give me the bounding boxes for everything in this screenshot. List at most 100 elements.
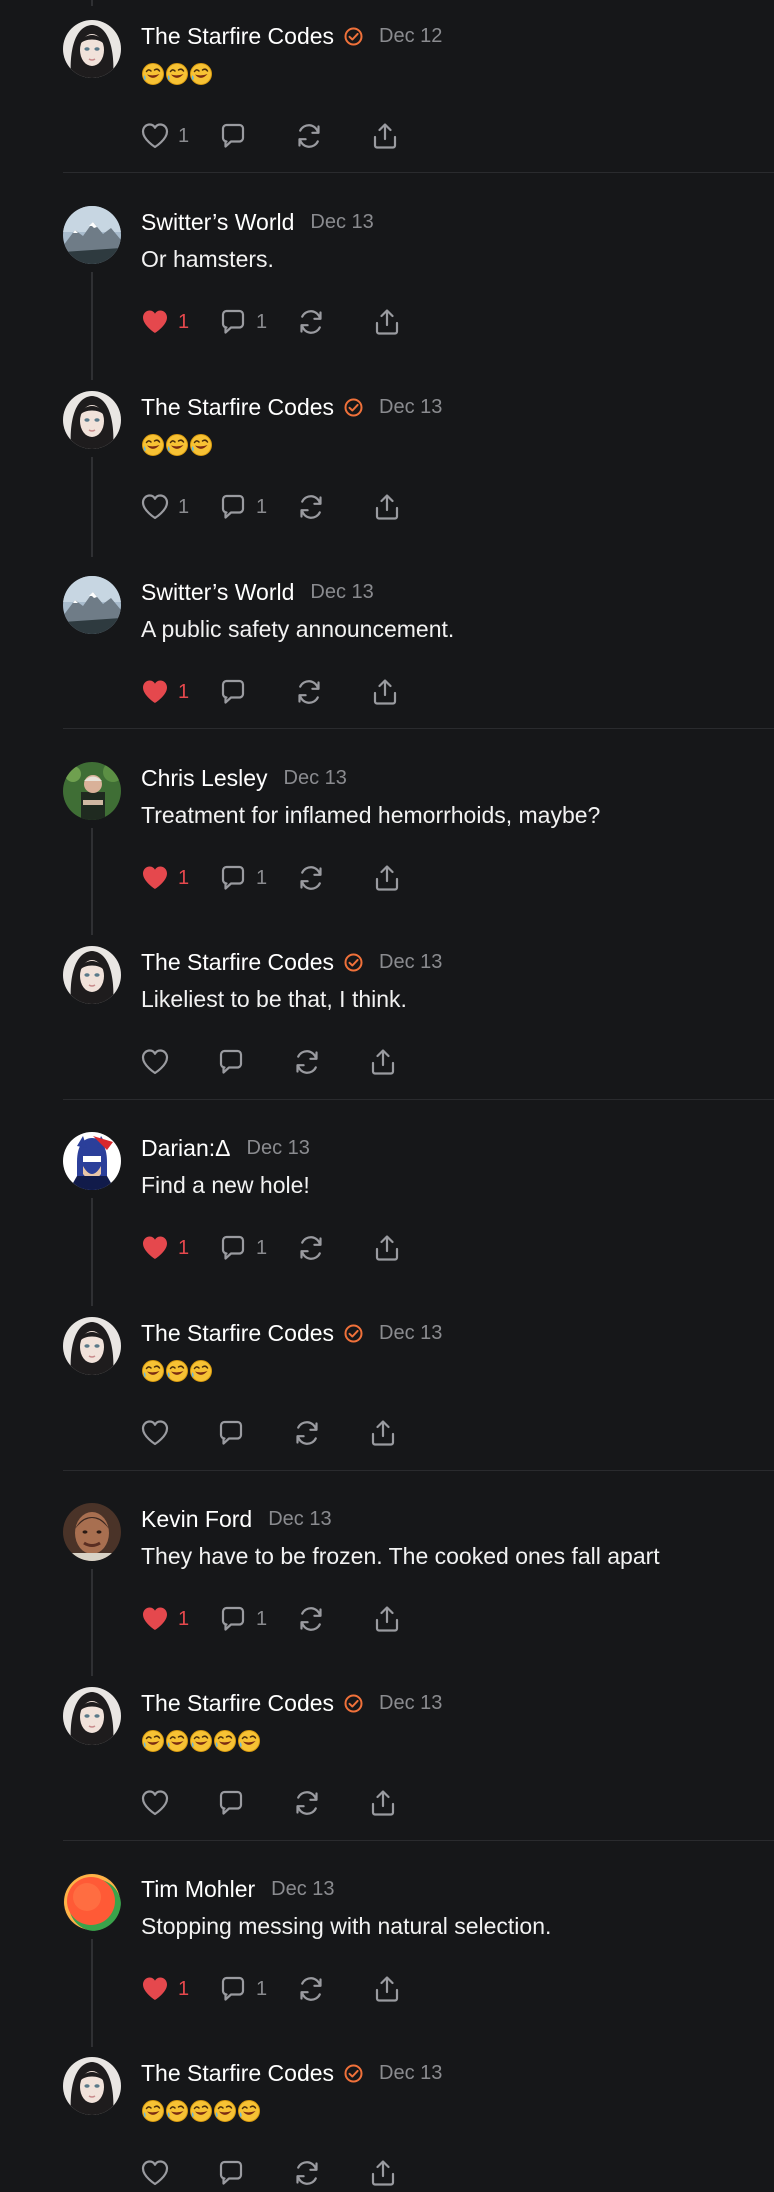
repost-button[interactable]: [296, 1231, 326, 1265]
author-name[interactable]: Darian:Δ: [141, 1135, 231, 1162]
like-count: 1: [178, 124, 190, 147]
reply-button[interactable]: [216, 1416, 246, 1450]
starfire-avatar[interactable]: [63, 20, 121, 78]
like-button[interactable]: 1: [140, 861, 190, 895]
share-button[interactable]: [372, 305, 402, 339]
like-button[interactable]: [140, 1786, 170, 1820]
reply-button[interactable]: 1: [218, 305, 268, 339]
post-date[interactable]: Dec 13: [271, 1878, 334, 1901]
post-date[interactable]: Dec 12: [379, 25, 442, 48]
reply-button[interactable]: [218, 675, 248, 709]
author-name[interactable]: Switter’s World: [141, 579, 294, 606]
repost-icon: [296, 1233, 326, 1263]
darian-avatar[interactable]: [63, 1132, 121, 1190]
like-button[interactable]: 1: [140, 675, 190, 709]
repost-button[interactable]: [296, 305, 326, 339]
share-button[interactable]: [368, 2156, 398, 2190]
reply-count: 1: [256, 1977, 268, 2000]
author-name[interactable]: Kevin Ford: [141, 1506, 252, 1533]
post-date[interactable]: Dec 13: [247, 1137, 310, 1160]
share-button[interactable]: [372, 1231, 402, 1265]
tim-avatar[interactable]: [63, 1873, 121, 1931]
mountain-avatar[interactable]: [63, 206, 121, 264]
post-date[interactable]: Dec 13: [379, 2062, 442, 2085]
like-button[interactable]: 1: [140, 305, 190, 339]
post-date[interactable]: Dec 13: [310, 581, 373, 604]
repost-button[interactable]: [294, 675, 324, 709]
reply-button[interactable]: 1: [218, 1231, 268, 1265]
reply-button[interactable]: [216, 2156, 246, 2190]
repost-button[interactable]: [294, 119, 324, 153]
rofl-emoji-icon: [165, 1729, 189, 1753]
starfire-avatar[interactable]: [63, 391, 121, 449]
like-icon: [140, 492, 170, 522]
post-date[interactable]: Dec 13: [268, 1508, 331, 1531]
author-name[interactable]: Switter’s World: [141, 209, 294, 236]
starfire-avatar[interactable]: [63, 1317, 121, 1375]
starfire-avatar[interactable]: [63, 946, 121, 1004]
repost-button[interactable]: [296, 490, 326, 524]
reply-button[interactable]: [218, 119, 248, 153]
share-button[interactable]: [368, 1416, 398, 1450]
like-button[interactable]: [140, 1416, 170, 1450]
author-name[interactable]: The Starfire Codes: [141, 1320, 334, 1347]
author-name[interactable]: The Starfire Codes: [141, 394, 334, 421]
kevin-avatar[interactable]: [63, 1503, 121, 1561]
reply-button[interactable]: 1: [218, 1972, 268, 2006]
like-button[interactable]: 1: [140, 490, 190, 524]
author-name[interactable]: Chris Lesley: [141, 765, 268, 792]
rofl-emoji-icon: [141, 2099, 165, 2123]
reply-button[interactable]: 1: [218, 490, 268, 524]
post-date[interactable]: Dec 13: [379, 396, 442, 419]
post-header: The Starfire Codes Dec 13: [141, 391, 442, 423]
share-button[interactable]: [370, 119, 400, 153]
share-button[interactable]: [372, 1602, 402, 1636]
repost-button[interactable]: [296, 1602, 326, 1636]
share-icon: [368, 1047, 398, 1077]
like-button[interactable]: 1: [140, 1231, 190, 1265]
share-button[interactable]: [372, 490, 402, 524]
share-icon: [368, 1418, 398, 1448]
like-button[interactable]: 1: [140, 1972, 190, 2006]
post-date[interactable]: Dec 13: [379, 951, 442, 974]
like-icon: [140, 863, 170, 893]
starfire-avatar[interactable]: [63, 1687, 121, 1745]
reply-button[interactable]: [216, 1045, 246, 1079]
share-button[interactable]: [368, 1786, 398, 1820]
repost-button[interactable]: [292, 1416, 322, 1450]
post-date[interactable]: Dec 13: [379, 1322, 442, 1345]
rofl-emoji-icon: [165, 62, 189, 86]
mountain-avatar[interactable]: [63, 576, 121, 634]
author-name[interactable]: The Starfire Codes: [141, 1690, 334, 1717]
repost-button[interactable]: [292, 1786, 322, 1820]
like-button[interactable]: 1: [140, 119, 190, 153]
share-icon: [372, 1974, 402, 2004]
post-text: Treatment for inflamed hemorrhoids, mayb…: [141, 802, 601, 828]
like-button[interactable]: 1: [140, 1602, 190, 1636]
author-name[interactable]: The Starfire Codes: [141, 949, 334, 976]
share-button[interactable]: [370, 675, 400, 709]
like-button[interactable]: [140, 2156, 170, 2190]
like-button[interactable]: [140, 1045, 170, 1079]
reply-button[interactable]: 1: [218, 861, 268, 895]
author-name[interactable]: The Starfire Codes: [141, 2060, 334, 2087]
repost-button[interactable]: [292, 2156, 322, 2190]
post-date[interactable]: Dec 13: [310, 211, 373, 234]
share-button[interactable]: [368, 1045, 398, 1079]
rofl-emoji-icon: [189, 1359, 213, 1383]
share-button[interactable]: [372, 861, 402, 895]
post-date[interactable]: Dec 13: [379, 1692, 442, 1715]
share-button[interactable]: [372, 1972, 402, 2006]
post-date[interactable]: Dec 13: [284, 767, 347, 790]
chris-avatar[interactable]: [63, 762, 121, 820]
repost-button[interactable]: [296, 861, 326, 895]
author-name[interactable]: Tim Mohler: [141, 1876, 255, 1903]
repost-button[interactable]: [296, 1972, 326, 2006]
starfire-avatar[interactable]: [63, 2057, 121, 2115]
author-name[interactable]: The Starfire Codes: [141, 23, 334, 50]
reply-button[interactable]: 1: [218, 1602, 268, 1636]
repost-button[interactable]: [292, 1045, 322, 1079]
reply-button[interactable]: [216, 1786, 246, 1820]
reply-icon: [218, 492, 248, 522]
rofl-emoji-icon: [189, 1729, 213, 1753]
